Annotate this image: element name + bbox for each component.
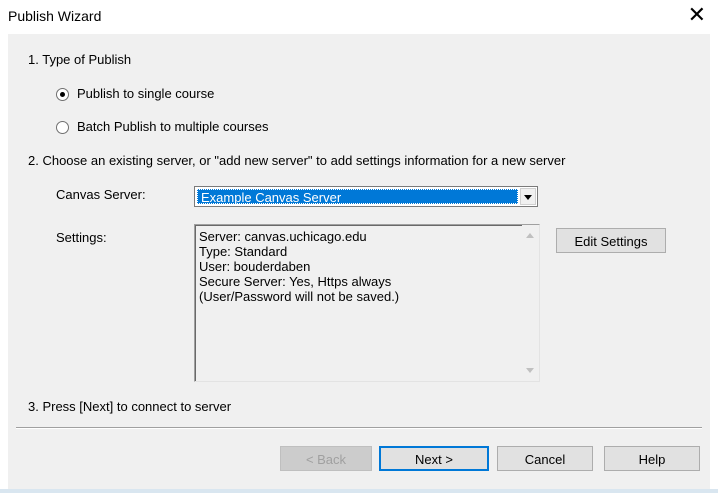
step3-label: 3. Press [Next] to connect to server — [28, 399, 232, 414]
canvas-server-selected: Example Canvas Server — [197, 189, 518, 205]
chevron-down-icon[interactable] — [520, 188, 536, 205]
edit-settings-button[interactable]: Edit Settings — [556, 228, 666, 253]
settings-label: Settings: — [56, 230, 107, 245]
window-title: Publish Wizard — [8, 8, 102, 24]
bottom-border — [0, 489, 718, 493]
radio-single-course-label: Publish to single course — [77, 86, 215, 101]
back-button[interactable]: < Back — [280, 446, 372, 471]
radio-unchecked-icon[interactable] — [56, 121, 69, 135]
canvas-server-label: Canvas Server: — [56, 187, 146, 202]
step1-label: 1. Type of Publish — [28, 52, 132, 67]
radio-single-course[interactable]: Publish to single course — [56, 86, 215, 102]
cancel-button[interactable]: Cancel — [497, 446, 593, 471]
radio-batch-publish-label: Batch Publish to multiple courses — [77, 119, 269, 134]
canvas-server-dropdown[interactable]: Example Canvas Server — [194, 186, 538, 207]
radio-batch-publish[interactable]: Batch Publish to multiple courses — [56, 119, 269, 135]
next-button[interactable]: Next > — [379, 446, 489, 471]
radio-checked-icon[interactable] — [56, 88, 69, 102]
help-button[interactable]: Help — [604, 446, 700, 471]
scroll-down-icon[interactable] — [526, 368, 534, 373]
settings-textbox[interactable]: Server: canvas.uchicago.edu Type: Standa… — [194, 224, 540, 382]
title-bar: Publish Wizard ✕ — [0, 0, 718, 34]
scroll-up-icon[interactable] — [526, 233, 534, 238]
step2-label: 2. Choose an existing server, or "add ne… — [28, 153, 566, 168]
settings-scrollbar[interactable] — [522, 225, 539, 381]
settings-text: Server: canvas.uchicago.edu Type: Standa… — [199, 229, 400, 304]
close-icon[interactable]: ✕ — [688, 4, 706, 28]
divider — [16, 427, 702, 429]
wizard-body: 1. Type of Publish Publish to single cou… — [8, 34, 710, 489]
